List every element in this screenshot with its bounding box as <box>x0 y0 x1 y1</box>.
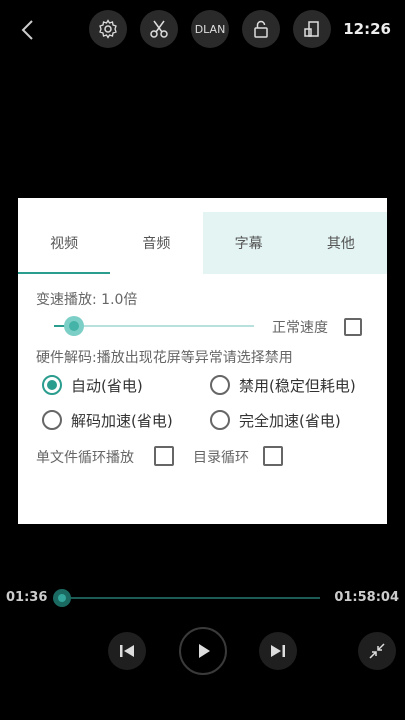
tab-video[interactable]: 视频 <box>18 212 111 274</box>
lock-button[interactable] <box>242 10 280 48</box>
radio-auto[interactable] <box>42 375 62 395</box>
speed-slider-thumb[interactable] <box>64 316 84 336</box>
clock: 12:26 <box>343 20 391 38</box>
cut-button[interactable] <box>140 10 178 48</box>
seek-thumb[interactable] <box>53 589 71 607</box>
radio-full-accel[interactable] <box>210 410 230 430</box>
collapse-icon <box>369 643 385 659</box>
play-button[interactable] <box>179 627 227 675</box>
dlan-button[interactable]: DLAN <box>191 10 229 48</box>
fullscreen-exit-button[interactable] <box>358 632 396 670</box>
tab-bar: 视频 音频 字幕 其他 <box>18 212 387 274</box>
single-loop-label: 单文件循环播放 <box>36 450 134 466</box>
back-icon[interactable] <box>14 16 42 44</box>
speed-slider[interactable] <box>54 316 254 336</box>
radio-disable-label: 禁用(稳定但耗电) <box>239 377 356 395</box>
seek-bar[interactable] <box>62 597 320 599</box>
hw-decode-label: 硬件解码:播放出现花屏等异常请选择禁用 <box>36 350 293 366</box>
normal-speed-checkbox[interactable] <box>344 318 362 336</box>
radio-disable[interactable] <box>210 375 230 395</box>
speed-label: 变速播放: 1.0倍 <box>36 292 138 308</box>
elapsed-time: 01:36 <box>6 590 48 605</box>
next-button[interactable] <box>259 632 297 670</box>
radio-decode-accel[interactable] <box>42 410 62 430</box>
radio-full-accel-label: 完全加速(省电) <box>239 412 341 430</box>
total-time: 01:58:04 <box>334 590 399 605</box>
top-bar: DLAN 12:26 <box>0 0 405 60</box>
skip-next-icon <box>271 645 285 657</box>
settings-button[interactable] <box>89 10 127 48</box>
lock-icon <box>254 20 268 38</box>
tab-subtitle[interactable]: 字幕 <box>202 212 295 274</box>
radio-decode-accel-label: 解码加速(省电) <box>71 412 173 430</box>
play-icon <box>199 644 210 658</box>
rotate-icon <box>304 21 319 37</box>
tab-other[interactable]: 其他 <box>294 212 387 274</box>
skip-previous-icon <box>120 645 134 657</box>
dir-loop-checkbox[interactable] <box>263 446 283 466</box>
tab-audio[interactable]: 音频 <box>110 212 202 274</box>
scissors-icon <box>150 20 168 38</box>
dir-loop-label: 目录循环 <box>193 450 249 466</box>
radio-auto-label: 自动(省电) <box>71 377 143 395</box>
single-loop-checkbox[interactable] <box>154 446 174 466</box>
normal-speed-label: 正常速度 <box>272 320 328 336</box>
dlan-label: DLAN <box>194 22 226 36</box>
settings-dialog: 视频 音频 字幕 其他 变速播放: 1.0倍 正常速度 硬件解码:播放出现花屏等… <box>18 198 387 524</box>
gear-icon <box>99 19 117 39</box>
previous-button[interactable] <box>108 632 146 670</box>
rotate-button[interactable] <box>293 10 331 48</box>
